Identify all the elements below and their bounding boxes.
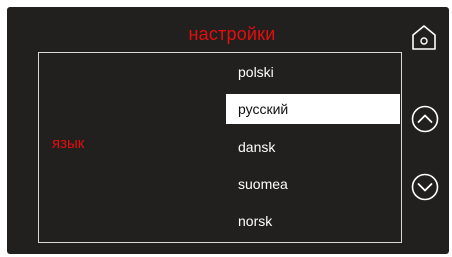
settings-panel	[38, 52, 402, 243]
home-icon	[412, 25, 436, 50]
language-option-suomea[interactable]: suomea	[238, 175, 288, 193]
language-option-dansk[interactable]: dansk	[238, 138, 275, 156]
language-option-polski[interactable]: polski	[238, 63, 274, 81]
home-button[interactable]	[410, 23, 438, 51]
scroll-down-button[interactable]	[411, 173, 439, 201]
page-title: настройки	[188, 24, 276, 44]
chevron-down-icon	[411, 173, 439, 201]
chevron-up-icon	[411, 105, 439, 133]
language-option-norsk[interactable]: norsk	[238, 212, 272, 230]
language-setting-label: язык	[52, 135, 85, 152]
scroll-up-button[interactable]	[411, 105, 439, 133]
language-option-russian-selected[interactable]: русский	[226, 94, 400, 124]
settings-screen: настройки язык polski русский dansk suom…	[7, 7, 449, 254]
